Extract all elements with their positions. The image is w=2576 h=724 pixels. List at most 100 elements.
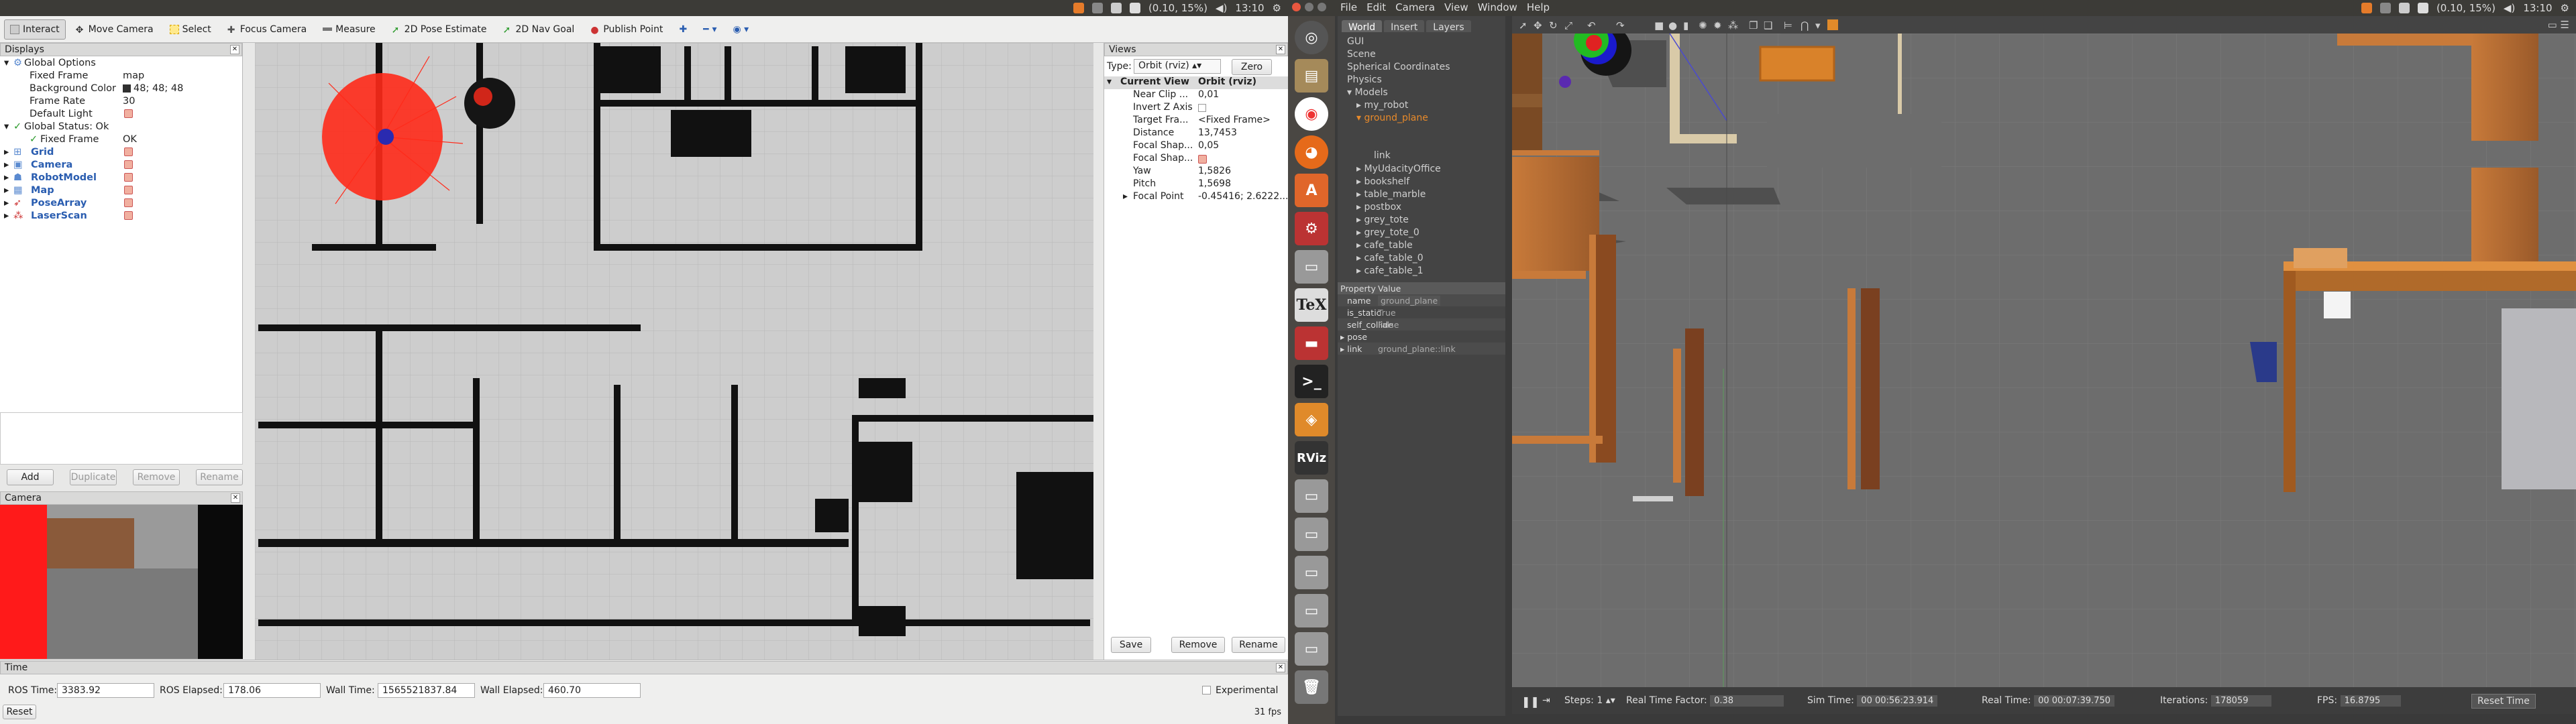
tab-world[interactable]: World bbox=[1342, 20, 1383, 33]
ros-elapsed-field[interactable]: 178.06 bbox=[223, 683, 321, 698]
files-icon[interactable]: ▤ bbox=[1295, 59, 1328, 93]
redo-icon[interactable]: ↷ bbox=[1616, 19, 1625, 32]
property-row[interactable]: name ground_plane bbox=[1338, 294, 1505, 306]
spot-light-icon[interactable]: ✹ bbox=[1713, 19, 1722, 32]
firefox-icon[interactable]: ◕ bbox=[1295, 135, 1328, 169]
tree-global-options[interactable]: ▾ ⚙ Global Options bbox=[0, 56, 242, 69]
property-row[interactable]: self_collide False bbox=[1338, 318, 1505, 330]
network-icon[interactable] bbox=[2417, 3, 2428, 13]
tool-select[interactable]: Select bbox=[164, 19, 217, 40]
expand-arrow-icon[interactable]: ▾ bbox=[1347, 87, 1354, 98]
zero-button[interactable]: Zero bbox=[1232, 59, 1272, 75]
chrome-tray-icon[interactable] bbox=[1073, 3, 1084, 13]
copy-icon[interactable]: ❐ bbox=[1749, 19, 1758, 32]
expand-arrow-icon[interactable]: ▸ bbox=[1123, 191, 1128, 202]
tree-global-status[interactable]: ▾ ✓ Global Status: Ok bbox=[0, 120, 242, 133]
laserscan-checkbox[interactable] bbox=[124, 211, 133, 220]
drive-icon[interactable]: ▭ bbox=[1295, 250, 1328, 284]
reset-button[interactable]: Reset bbox=[3, 705, 36, 719]
tree-background-color[interactable]: Background Color 48; 48; 48 bbox=[0, 82, 242, 95]
close-icon[interactable]: ✕ bbox=[1276, 663, 1285, 672]
undo-icon[interactable]: ↶ bbox=[1587, 19, 1596, 32]
menu-view[interactable]: View bbox=[1444, 1, 1468, 13]
property-row[interactable]: is_static True bbox=[1338, 306, 1505, 318]
view-focal-shape-fixed[interactable]: Focal Shap... bbox=[1104, 153, 1288, 166]
color-swatch[interactable] bbox=[123, 84, 131, 93]
tool-2d-pose-estimate[interactable]: ➚ 2D Pose Estimate bbox=[386, 19, 493, 40]
tab-layers[interactable]: Layers bbox=[1426, 20, 1471, 33]
power-icon[interactable]: ⚙ bbox=[1273, 2, 1281, 14]
trash-icon[interactable]: 🗑 bbox=[1295, 670, 1328, 704]
tool-add-tool[interactable]: ✚ bbox=[673, 19, 693, 40]
tree-map[interactable]: ▸ ▦ Map bbox=[0, 184, 242, 196]
view-type-dropdown[interactable]: Orbit (rviz) ▴▾ bbox=[1134, 59, 1221, 74]
expand-arrow-icon[interactable]: ▸ bbox=[4, 185, 9, 196]
view-pitch[interactable]: Pitch 1,5698 bbox=[1104, 178, 1288, 191]
cylinder-shape-icon[interactable]: ▮ bbox=[1683, 19, 1688, 32]
tool-interact[interactable]: Interact bbox=[4, 19, 66, 40]
rviz-3d-view[interactable] bbox=[255, 43, 1093, 660]
terminal-icon[interactable]: >_ bbox=[1295, 365, 1328, 398]
tree-item[interactable]: Scene bbox=[1347, 49, 1505, 62]
tree-item[interactable]: GUI bbox=[1347, 36, 1505, 49]
close-window-icon[interactable] bbox=[1292, 3, 1301, 11]
directional-light-icon[interactable]: ⁂ bbox=[1728, 19, 1738, 32]
view-target-frame[interactable]: Target Fra... <Fixed Frame> bbox=[1104, 115, 1288, 127]
rviz-app-icon[interactable]: RViz bbox=[1295, 441, 1328, 475]
gazebo-scene[interactable] bbox=[1512, 34, 2576, 700]
tree-fixed-frame[interactable]: Fixed Frame map bbox=[0, 69, 242, 82]
robotmodel-checkbox[interactable] bbox=[124, 173, 133, 182]
tree-item[interactable]: link bbox=[1338, 150, 1505, 164]
expand-arrow-icon[interactable]: ▾ bbox=[4, 121, 9, 132]
expand-arrow-icon[interactable]: ▸ bbox=[4, 172, 9, 183]
close-icon[interactable]: ✕ bbox=[230, 45, 239, 54]
tree-item[interactable]: Spherical Coordinates bbox=[1347, 62, 1505, 74]
expand-arrow-icon[interactable]: ▸ bbox=[4, 160, 9, 170]
keyboard-tray-icon[interactable] bbox=[1110, 3, 1122, 13]
keyboard-tray-icon[interactable] bbox=[2398, 3, 2410, 13]
change-view-icon[interactable]: ▾ bbox=[1815, 19, 1821, 32]
tree-item[interactable]: ▸ bookshelf bbox=[1356, 176, 1505, 189]
tool-remove-tool[interactable]: ━ ▾ bbox=[697, 19, 722, 40]
map-checkbox[interactable] bbox=[124, 186, 133, 194]
close-icon[interactable]: ✕ bbox=[231, 493, 240, 503]
wall-elapsed-field[interactable]: 460.70 bbox=[543, 683, 641, 698]
steps-field[interactable]: 1 bbox=[1597, 695, 1603, 706]
view-focal-shape-size[interactable]: Focal Shap... 0,05 bbox=[1104, 140, 1288, 153]
paste-icon[interactable]: ❑ bbox=[1764, 19, 1772, 32]
volume-icon[interactable]: ◀) bbox=[2504, 2, 2515, 14]
tree-item[interactable]: ▸ cafe_table bbox=[1356, 240, 1505, 253]
record-icon[interactable]: ▭ ☰ bbox=[2548, 19, 2569, 31]
view-distance[interactable]: Distance 13,7453 bbox=[1104, 127, 1288, 140]
reset-time-button[interactable]: Reset Time bbox=[2471, 694, 2536, 709]
battery-status[interactable]: (0.10, 15%) bbox=[2436, 2, 2496, 14]
expand-arrow-icon[interactable]: ▸ bbox=[4, 198, 9, 208]
tree-item[interactable]: ▸ postbox bbox=[1356, 202, 1505, 215]
box-shape-icon[interactable]: ■ bbox=[1654, 19, 1664, 32]
view-invert-z[interactable]: Invert Z Axis bbox=[1104, 102, 1288, 115]
drive-icon-5[interactable]: ▭ bbox=[1295, 594, 1328, 627]
tree-robotmodel[interactable]: ▸ ☗ RobotModel bbox=[0, 171, 242, 184]
focal-shape-checkbox[interactable] bbox=[1198, 155, 1207, 164]
view-yaw[interactable]: Yaw 1,5826 bbox=[1104, 166, 1288, 178]
volume-icon[interactable]: ◀) bbox=[1216, 2, 1227, 14]
tree-item[interactable]: ▸ cafe_table_1 bbox=[1356, 265, 1505, 278]
posearray-checkbox[interactable] bbox=[124, 198, 133, 207]
step-icon[interactable]: ⇥ bbox=[1542, 695, 1550, 706]
minimize-window-icon[interactable] bbox=[1305, 3, 1313, 11]
tex-icon[interactable]: TeX bbox=[1295, 288, 1328, 322]
menu-file[interactable]: File bbox=[1340, 1, 1357, 13]
experimental-checkbox[interactable] bbox=[1202, 686, 1211, 695]
camera-checkbox[interactable] bbox=[124, 160, 133, 169]
tree-item[interactable]: ▸ cafe_table_0 bbox=[1356, 253, 1505, 265]
property-row[interactable]: ▸ pose bbox=[1338, 330, 1505, 343]
wall-time-field[interactable]: 1565521837.84 bbox=[378, 683, 475, 698]
translate-icon[interactable]: ✥ bbox=[1534, 19, 1542, 32]
battery-status[interactable]: (0.10, 15%) bbox=[1148, 2, 1208, 14]
save-view-button[interactable]: Save bbox=[1111, 637, 1151, 653]
rename-display-button[interactable]: Rename bbox=[196, 469, 243, 485]
ros-time-field[interactable]: 3383.92 bbox=[57, 683, 154, 698]
align-icon[interactable]: ⊨ bbox=[1784, 19, 1792, 32]
tool-camera-type[interactable]: ◉ ▾ bbox=[727, 19, 755, 40]
chrome-icon[interactable]: ◉ bbox=[1295, 97, 1328, 131]
